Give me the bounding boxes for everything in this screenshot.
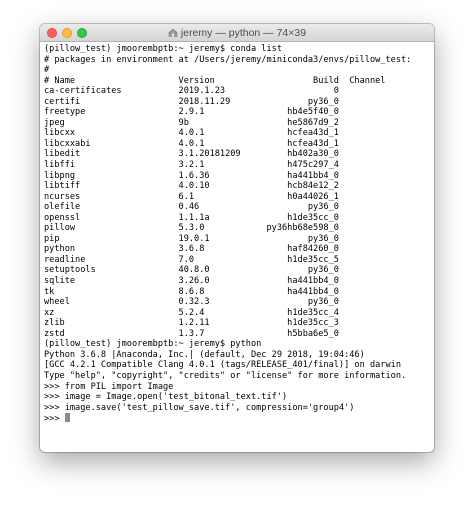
terminal-line: pillow 5.3.0 py36hb68e598_0	[44, 223, 339, 234]
text-cursor	[64, 413, 70, 423]
terminal-line: libpng 1.6.36 ha441bb4_0	[44, 170, 339, 181]
terminal-line: # packages in environment at /Users/jere…	[44, 54, 412, 65]
terminal-line: freetype 2.9.1 hb4e5f40_0	[44, 107, 339, 118]
terminal-line: ncurses 6.1 h0a44026_1	[44, 191, 339, 202]
terminal-line: certifi 2018.11.29 py36_0	[44, 96, 339, 107]
title-bar[interactable]: jeremy — python — 74×39	[40, 24, 434, 42]
terminal-line: libcxxabi 4.0.1 hcfea43d_1	[44, 138, 339, 149]
terminal-line: #	[44, 65, 50, 76]
terminal-line: zstd 1.3.7 h5bba6e5_0	[44, 328, 339, 339]
terminal-window: jeremy — python — 74×39 (pillow_test) jm…	[40, 24, 434, 452]
terminal-line: [GCC 4.2.1 Compatible Clang 4.0.1 (tags/…	[44, 360, 401, 371]
terminal-line: python 3.6.8 haf84260_0	[44, 244, 339, 255]
terminal-line: >>> from PIL import Image	[44, 381, 174, 392]
terminal-line: jpeg 9b he5867d9_2	[44, 117, 339, 128]
terminal-line: libedit 3.1.20181209 hb402a30_0	[44, 149, 339, 160]
terminal-line: Python 3.6.8 |Anaconda, Inc.| (default, …	[44, 349, 365, 360]
home-folder-icon	[168, 28, 178, 37]
terminal-line: # Name Version Build Channel	[44, 75, 386, 86]
python-prompt: >>>	[44, 414, 65, 425]
terminal-output[interactable]: (pillow_test) jmoorembptb:~ jeremy$ cond…	[44, 44, 430, 448]
terminal-line: ca-certificates 2019.1.23 0	[44, 86, 339, 97]
terminal-line: (pillow_test) jmoorembptb:~ jeremy$ pyth…	[44, 339, 262, 350]
terminal-line: xz 5.2.4 h1de35cc_4	[44, 307, 339, 318]
terminal-line: libffi 3.2.1 h475c297_4	[44, 160, 339, 171]
window-title: jeremy — python — 74×39	[180, 27, 307, 39]
terminal-line: sqlite 3.26.0 ha441bb4_0	[44, 276, 339, 287]
terminal-line: (pillow_test) jmoorembptb:~ jeremy$ cond…	[44, 44, 282, 54]
terminal-line: Type "help", "copyright", "credits" or "…	[44, 370, 407, 381]
terminal-line: zlib 1.2.11 h1de35cc_3	[44, 318, 339, 329]
terminal-line: setuptools 40.8.0 py36_0	[44, 265, 339, 276]
terminal-line: readline 7.0 h1de35cc_5	[44, 254, 339, 265]
terminal-line: openssl 1.1.1a h1de35cc_0	[44, 212, 339, 223]
terminal-line: >>> image.save('test_pillow_save.tif', c…	[44, 402, 355, 413]
terminal-line: olefile 0.46 py36_0	[44, 202, 339, 213]
window-title-container: jeremy — python — 74×39	[40, 24, 434, 42]
terminal-line: >>> image = Image.open('test_bitonal_tex…	[44, 392, 288, 403]
terminal-line: wheel 0.32.3 py36_0	[44, 297, 339, 308]
terminal-prompt-line[interactable]: >>>	[44, 413, 430, 424]
terminal-line: libcxx 4.0.1 hcfea43d_1	[44, 128, 339, 139]
terminal-line: tk 8.6.8 ha441bb4_0	[44, 286, 339, 297]
terminal-line: pip 19.0.1 py36_0	[44, 233, 339, 244]
terminal-line: libtiff 4.0.10 hcb84e12_2	[44, 181, 339, 192]
